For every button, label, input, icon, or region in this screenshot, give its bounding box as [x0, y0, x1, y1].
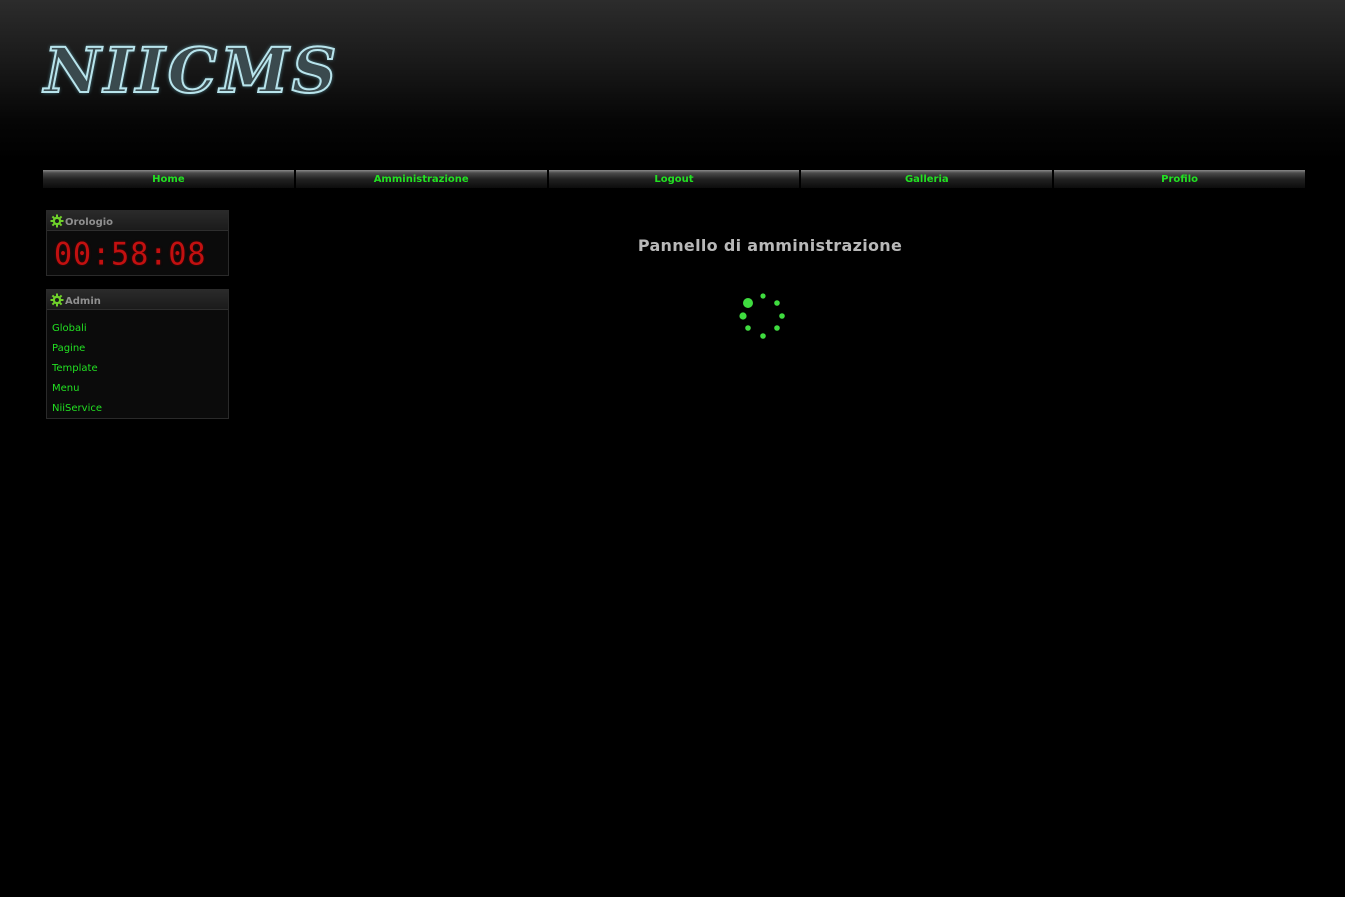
admin-link-menu[interactable]: Menu — [52, 381, 102, 401]
main-nav: Home Amministrazione Logout Galleria Pro… — [43, 170, 1305, 188]
page: NIICMS Home Amministrazione Logout Galle… — [0, 0, 1345, 897]
clock-widget-title: Orologio — [65, 216, 114, 228]
page-title: Pannello di amministrazione — [637, 236, 903, 255]
admin-widget: Admin Globali Pagine Template Menu NiiSe… — [46, 289, 229, 419]
nav-item-label: Logout — [654, 174, 694, 185]
clock-widget: Orologio 00:58:08 — [46, 210, 229, 276]
nav-item-galleria[interactable]: Galleria — [801, 170, 1053, 188]
site-logo[interactable]: NIICMS — [43, 37, 337, 105]
gear-icon — [50, 214, 64, 228]
admin-link-niiservice[interactable]: NiiService — [52, 401, 102, 421]
spinner-icon — [737, 291, 787, 341]
admin-widget-header: Admin — [47, 290, 228, 310]
nav-item-label: Amministrazione — [373, 174, 469, 185]
digital-clock: 00:58:08 — [54, 235, 207, 273]
admin-widget-title: Admin — [65, 295, 101, 307]
clock-widget-header: Orologio — [47, 211, 228, 231]
logo-text: NIICMS — [43, 34, 340, 107]
nav-item-home[interactable]: Home — [43, 170, 294, 188]
gear-icon — [50, 293, 64, 307]
admin-menu: Globali Pagine Template Menu NiiService — [52, 321, 102, 421]
nav-item-label: Home — [152, 174, 185, 185]
admin-link-template[interactable]: Template — [52, 361, 102, 381]
nav-item-label: Profilo — [1161, 174, 1198, 185]
admin-link-globali[interactable]: Globali — [52, 321, 102, 341]
nav-item-amministrazione[interactable]: Amministrazione — [295, 170, 547, 188]
nav-item-label: Galleria — [904, 174, 949, 185]
admin-link-pagine[interactable]: Pagine — [52, 341, 102, 361]
nav-item-logout[interactable]: Logout — [548, 170, 800, 188]
nav-item-profilo[interactable]: Profilo — [1054, 170, 1305, 188]
